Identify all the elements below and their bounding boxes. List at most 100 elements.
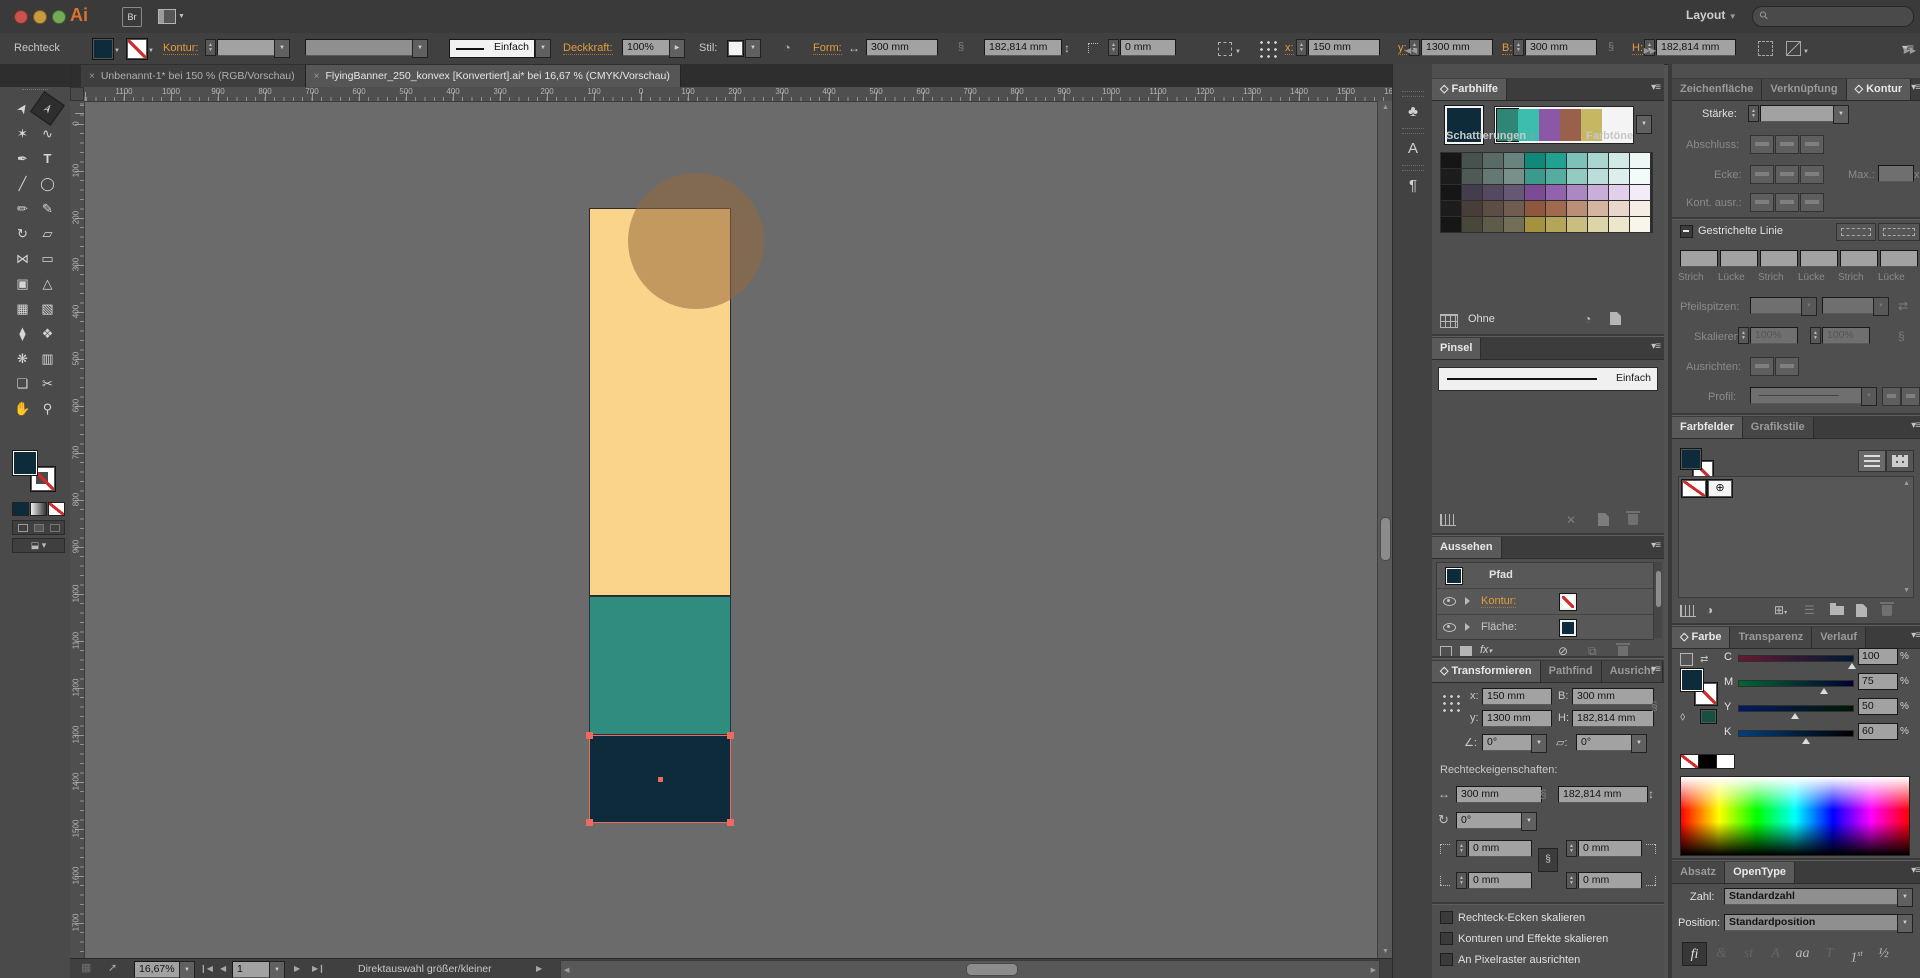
tf-shear-field[interactable]: 0° <box>1576 734 1634 751</box>
variation-swatch[interactable] <box>1504 169 1524 184</box>
tab-transparenz[interactable]: Transparenz <box>1730 627 1812 648</box>
variation-swatch[interactable] <box>1483 153 1503 168</box>
transform-again-icon[interactable] <box>1758 41 1773 56</box>
tf-h-field[interactable]: 182,814 mm <box>1572 710 1654 727</box>
variation-swatch[interactable] <box>1588 217 1608 232</box>
scale-start-stepper[interactable]: ▲▼ <box>1738 327 1749 344</box>
dash-align-button[interactable] <box>1878 223 1920 241</box>
horizontal-scroll-thumb[interactable] <box>966 963 1018 976</box>
tf-y-field[interactable]: 1300 mm <box>1482 710 1552 727</box>
zoom-window-button[interactable] <box>52 10 66 24</box>
prop-rotate-field[interactable]: 0° <box>1456 812 1524 829</box>
arrowhead-end-field[interactable] <box>1822 297 1876 314</box>
transformieren-panel-menu-icon[interactable]: ▾≡ <box>1651 664 1660 675</box>
collapse-column2-icon[interactable]: ▶▶ <box>1904 46 1916 55</box>
variation-swatch[interactable] <box>1483 185 1503 200</box>
tab-absatz[interactable]: Absatz <box>1672 862 1725 883</box>
join-round-button[interactable] <box>1775 165 1799 184</box>
variation-swatch[interactable] <box>1588 201 1608 216</box>
tf-constrain-chain-icon[interactable]: § <box>1651 700 1658 712</box>
stroke-style-box[interactable]: Einfach <box>449 39 535 58</box>
tab-close-icon[interactable]: × <box>314 66 320 87</box>
checkbox-konturen-und-effekte-skalieren[interactable] <box>1440 932 1453 945</box>
x-stepper[interactable]: ▲▼ <box>1296 39 1307 56</box>
remove-brush-stroke-icon[interactable]: ✕ <box>1566 514 1576 526</box>
tab-zeichenfl-che[interactable]: Zeichenfläche <box>1672 79 1762 100</box>
selection-handle-bottom-left[interactable] <box>586 819 593 826</box>
variation-swatch[interactable] <box>1441 201 1461 216</box>
shape-widget-icon[interactable] <box>1218 42 1232 56</box>
corner3-field[interactable]: 0 mm <box>1468 872 1532 889</box>
scroll-right-icon[interactable]: ▶ <box>1371 966 1376 974</box>
scroll-up-icon[interactable]: ▲ <box>1382 104 1389 111</box>
variation-swatch[interactable] <box>1546 217 1566 232</box>
new-swatch-icon[interactable] <box>1856 604 1867 617</box>
prop-chain-icon[interactable]: § <box>1540 788 1547 800</box>
expand-triangle-icon[interactable] <box>1465 597 1474 605</box>
variation-swatch[interactable] <box>1483 169 1503 184</box>
graphic-style-dropdown[interactable]: ▼ <box>745 39 761 58</box>
banner-middle-rectangle[interactable] <box>589 596 731 735</box>
channel-slider-track[interactable] <box>1738 655 1854 662</box>
translucent-circle-shape[interactable] <box>628 173 764 309</box>
graphic-style-swatch[interactable] <box>727 40 744 57</box>
x-field[interactable]: 150 mm <box>1308 39 1380 56</box>
align-dash-button-2[interactable] <box>1775 357 1799 376</box>
variation-swatch[interactable] <box>1630 185 1650 200</box>
dash-preserve-button[interactable] <box>1836 223 1876 241</box>
collapse-column1-icon[interactable]: ▶▶ <box>1644 46 1656 55</box>
flip-dropdown-icon[interactable]: ▼ <box>1803 46 1809 58</box>
magic-wand-tool[interactable]: ✶ <box>10 121 35 146</box>
horizontal-ruler[interactable]: 1100100090080070060050040030020010001002… <box>84 87 1392 102</box>
search-input[interactable]: ⚲ <box>1752 6 1914 27</box>
scale-tool[interactable]: ▱ <box>35 221 60 246</box>
save-to-swatches-icon[interactable] <box>1610 312 1621 325</box>
swatch-options-icon[interactable]: ☰ <box>1804 604 1815 616</box>
prop-hoehe-field[interactable]: 182,814 mm <box>1558 786 1648 803</box>
vertical-ruler[interactable]: 0100200300400500600700800900100011001200… <box>70 101 85 958</box>
schattierungen-dropdown[interactable]: Schattierungen ▼ <box>1446 130 1536 142</box>
tf-shear-dropdown[interactable]: ▼ <box>1631 734 1647 753</box>
stroke-weight-field[interactable] <box>217 39 277 56</box>
tab-pinsel[interactable]: Pinsel <box>1432 338 1481 359</box>
scale-end-stepper[interactable]: ▲▼ <box>1810 327 1821 344</box>
tf-rotate-field[interactable]: 0° <box>1482 734 1534 751</box>
none-mode-button[interactable] <box>48 502 65 516</box>
scale-start-field[interactable]: 100% <box>1750 327 1798 344</box>
channel-value-field[interactable]: 75 <box>1858 673 1898 690</box>
tf-b-field[interactable]: 300 mm <box>1572 688 1654 705</box>
selection-handle-top-right[interactable] <box>727 732 734 739</box>
tf-x-field[interactable]: 150 mm <box>1482 688 1552 705</box>
tab-verlauf[interactable]: Verlauf <box>1812 627 1866 648</box>
width-tool[interactable]: ⋈ <box>10 246 35 271</box>
channel-slider-thumb[interactable] <box>1802 734 1810 744</box>
opentype-aa-button[interactable]: aa <box>1790 942 1815 966</box>
color-mode-button[interactable] <box>12 502 29 516</box>
variation-swatch[interactable] <box>1504 153 1524 168</box>
grid-view-button[interactable] <box>1886 450 1914 472</box>
tf-rotate-dropdown[interactable]: ▼ <box>1531 734 1547 753</box>
paragraph-styles-panel[interactable]: ¶ <box>1398 173 1428 199</box>
opentype-panel-menu-icon[interactable]: ▾≡ <box>1911 865 1920 876</box>
zoom-level-dropdown[interactable]: ▼ <box>179 961 195 978</box>
gradient-mode-button[interactable] <box>30 502 47 516</box>
variation-swatch[interactable] <box>1609 185 1629 200</box>
mesh-tool[interactable]: ▦ <box>10 296 35 321</box>
stroke-weight-stepper[interactable]: ▲▼ <box>205 39 216 56</box>
eyedropper-tool[interactable]: ⧫ <box>10 321 35 346</box>
prop-breite-field[interactable]: 300 mm <box>1456 786 1542 803</box>
scale-end-field[interactable]: 100% <box>1822 327 1870 344</box>
paintbrush-tool[interactable]: ✏ <box>10 196 35 221</box>
b-field[interactable]: 300 mm <box>1525 39 1597 56</box>
document-tab-unbenannt-1[interactable]: ×Unbenannt-1* bei 150 % (RGB/Vorschau) <box>81 65 306 87</box>
corner-link-button[interactable]: § <box>1538 848 1558 872</box>
visibility-eye-icon[interactable] <box>1443 623 1456 632</box>
farbtoene-label[interactable]: Farbtöne <box>1586 130 1633 142</box>
gradient-tool[interactable]: ▧ <box>35 296 60 321</box>
scroll-down-icon[interactable]: ▼ <box>1382 948 1389 955</box>
variation-swatch[interactable] <box>1630 169 1650 184</box>
reference-point-grid[interactable] <box>1257 38 1278 59</box>
ellipse-tool[interactable]: ◯ <box>35 171 60 196</box>
dock-grip[interactable] <box>1402 128 1424 134</box>
variation-swatch[interactable] <box>1525 201 1545 216</box>
